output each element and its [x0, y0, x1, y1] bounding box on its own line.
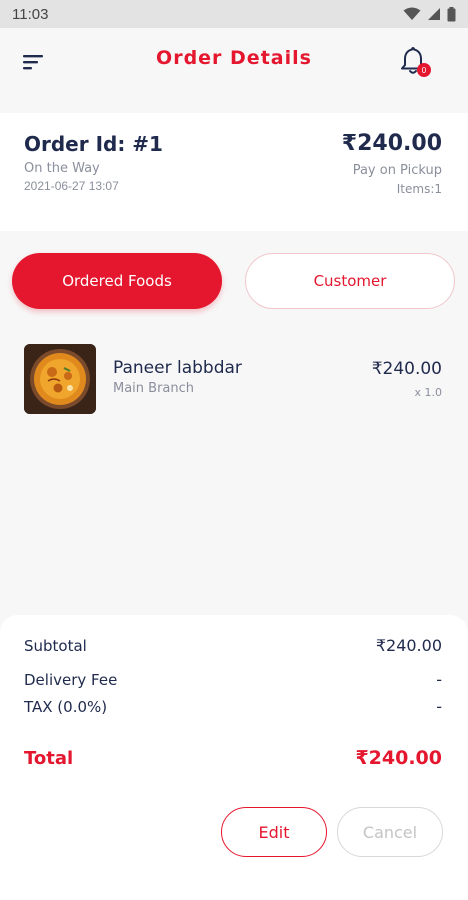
subtotal-value: ₹240.00 — [375, 636, 442, 655]
status-bar: 11:03 — [0, 0, 468, 28]
list-item[interactable]: Paneer labbdar Main Branch ₹240.00 x 1.0 — [24, 344, 444, 416]
food-quantity: x 1.0 — [414, 386, 443, 399]
order-amount: ₹240.00 — [341, 131, 442, 156]
cancel-button[interactable]: Cancel — [337, 807, 443, 857]
status-time: 11:03 — [12, 5, 49, 23]
items-count: Items:1 — [396, 182, 442, 196]
tax-value: - — [436, 697, 442, 716]
total-label: Total — [24, 748, 74, 769]
payment-method: Pay on Pickup — [352, 163, 442, 178]
page-title: Order Details — [156, 47, 312, 69]
order-status: On the Way — [24, 161, 100, 176]
food-image — [24, 344, 96, 414]
food-branch: Main Branch — [113, 381, 195, 396]
tab-ordered-foods[interactable]: Ordered Foods — [12, 253, 222, 309]
signal-icon — [428, 8, 440, 20]
status-icons — [403, 6, 456, 22]
food-price: ₹240.00 — [371, 359, 442, 379]
tab-customer[interactable]: Customer — [245, 253, 455, 309]
notification-badge: 0 — [417, 63, 431, 77]
delivery-fee-value: - — [436, 670, 442, 689]
total-value: ₹240.00 — [355, 747, 442, 769]
order-datetime: 2021-06-27 13:07 — [24, 179, 119, 193]
delivery-fee-label: Delivery Fee — [24, 671, 118, 689]
food-name: Paneer labbdar — [113, 358, 242, 378]
edit-button[interactable]: Edit — [221, 807, 327, 857]
wifi-icon — [403, 7, 421, 20]
tax-label: TAX (0.0%) — [24, 698, 108, 716]
notification-button[interactable]: 0 — [400, 46, 434, 80]
subtotal-label: Subtotal — [24, 637, 87, 655]
battery-icon — [447, 6, 456, 21]
order-summary-card: Order Id: #1 On the Way 2021-06-27 13:07… — [0, 113, 468, 231]
order-id: Order Id: #1 — [24, 132, 163, 156]
app-bar: Order Details 0 — [0, 28, 468, 112]
price-summary-panel: Subtotal ₹240.00 Delivery Fee - TAX (0.0… — [0, 615, 468, 900]
